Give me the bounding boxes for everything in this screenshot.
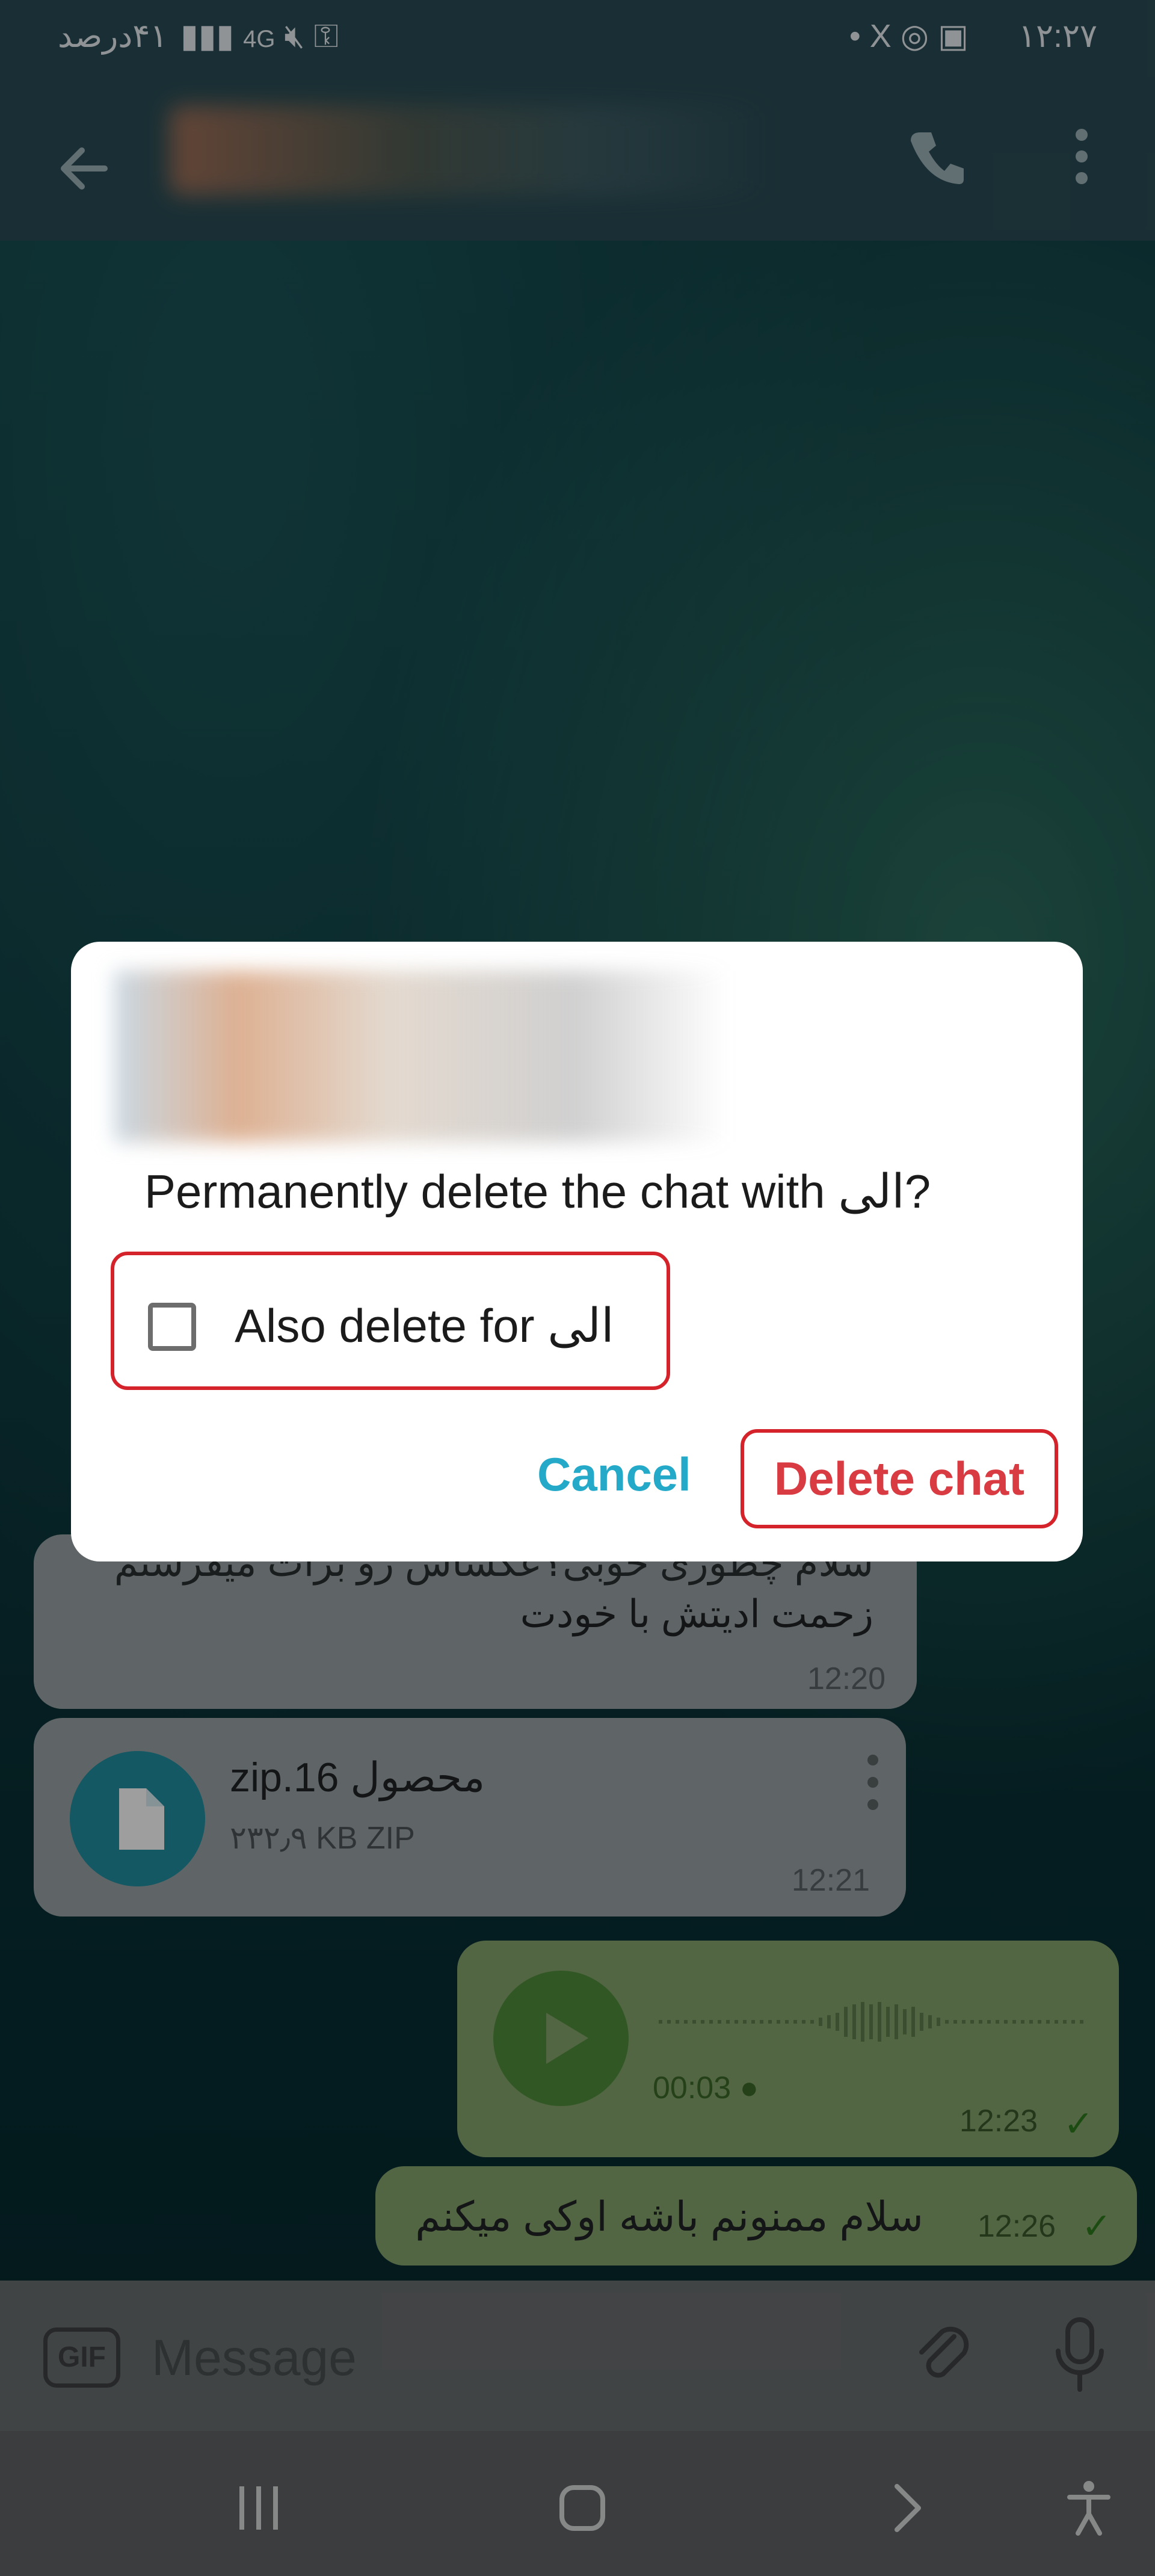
dialog-prompt: Permanently delete the chat with الی? [144, 1165, 931, 1218]
also-delete-checkbox[interactable] [148, 1303, 196, 1351]
delete-chat-button[interactable]: Delete chat [741, 1429, 1058, 1528]
cancel-button[interactable]: Cancel [531, 1441, 697, 1507]
delete-chat-dialog: Permanently delete the chat with الی? Al… [71, 942, 1083, 1561]
blurred-contact-header [114, 971, 728, 1142]
also-delete-label[interactable]: Also delete for الی [235, 1299, 614, 1353]
